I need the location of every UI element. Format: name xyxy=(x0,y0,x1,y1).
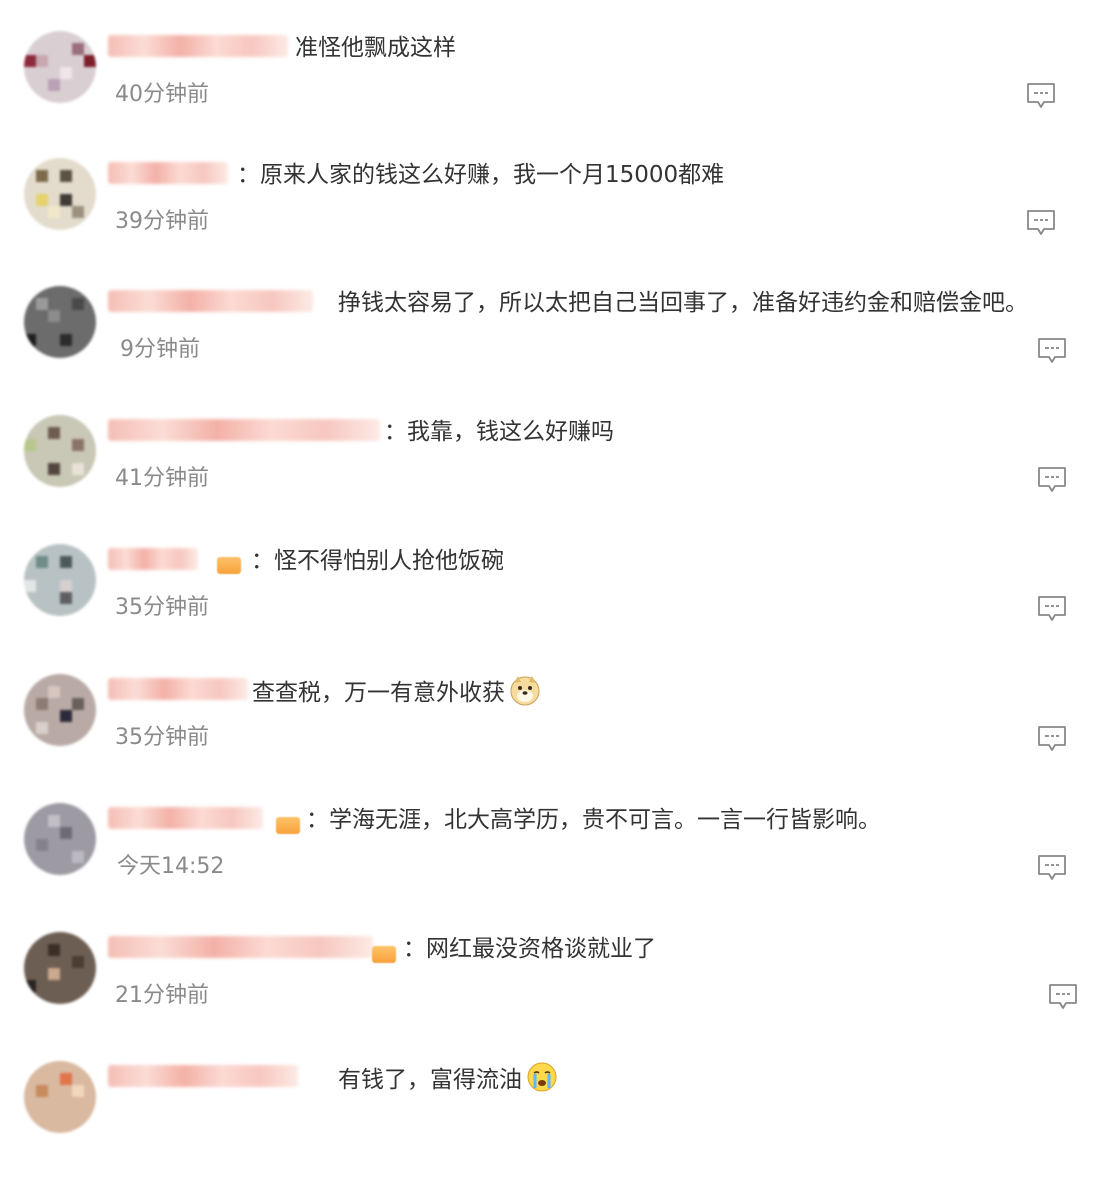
comment-item: ：我靠，钱这么好赚吗 41分钟前 xyxy=(0,415,1107,544)
username-blurred[interactable] xyxy=(108,419,380,441)
comment-text: ：学海无涯，北大高学历，贵不可言。一言一行皆影响。 xyxy=(306,807,881,833)
user-badge xyxy=(372,946,396,963)
comment-text-content: 查查税，万一有意外收获 xyxy=(252,680,505,706)
comment-reply-icon[interactable] xyxy=(1037,466,1067,494)
comment-time: 35分钟前 xyxy=(115,595,209,620)
comment-text: 有钱了，富得流油 xyxy=(338,1061,558,1097)
comment-text: ：我靠，钱这么好赚吗 xyxy=(384,419,614,445)
comment-text: ：原来人家的钱这么好赚，我一个月15000都难 xyxy=(237,162,725,188)
username-blurred[interactable] xyxy=(108,936,373,958)
user-badge xyxy=(276,817,300,834)
avatar[interactable] xyxy=(24,415,96,487)
avatar[interactable] xyxy=(24,286,96,358)
comment-text: 准怪他飘成这样 xyxy=(295,35,456,61)
comment-time: 35分钟前 xyxy=(115,725,209,750)
username-blurred[interactable] xyxy=(108,1065,298,1087)
comment-text-content: 有钱了，富得流油 xyxy=(338,1067,522,1093)
comment-item: 挣钱太容易了，所以太把自己当回事了，准备好违约金和赔偿金吧。 9分钟前 xyxy=(0,286,1107,415)
comment-reply-icon[interactable] xyxy=(1048,983,1078,1011)
avatar[interactable] xyxy=(24,1061,96,1133)
comment-text: 查查税，万一有意外收获 xyxy=(252,674,541,710)
avatar[interactable] xyxy=(24,31,96,103)
comment-time: 39分钟前 xyxy=(115,209,209,234)
username-blurred[interactable] xyxy=(108,807,263,829)
comment-reply-icon[interactable] xyxy=(1026,82,1056,110)
comment-time: 今天14:52 xyxy=(117,854,225,879)
username-blurred[interactable] xyxy=(108,35,288,57)
comment-reply-icon[interactable] xyxy=(1037,337,1067,365)
comment-time: 9分钟前 xyxy=(120,337,200,362)
comment-time: 40分钟前 xyxy=(115,82,209,107)
comment-time: 41分钟前 xyxy=(115,466,209,491)
username-blurred[interactable] xyxy=(108,290,313,312)
comment-item: 查查税，万一有意外收获 35分钟前 xyxy=(0,674,1107,803)
comment-text: 挣钱太容易了，所以太把自己当回事了，准备好违约金和赔偿金吧。 xyxy=(338,290,1028,316)
comment-item: ：学海无涯，北大高学历，贵不可言。一言一行皆影响。 今天14:52 xyxy=(0,803,1107,932)
avatar[interactable] xyxy=(24,803,96,875)
comment-reply-icon[interactable] xyxy=(1037,595,1067,623)
crying-emoji xyxy=(527,1062,557,1092)
comment-reply-icon[interactable] xyxy=(1026,209,1056,237)
comment-text: ：网红最没资格谈就业了 xyxy=(403,936,656,962)
comment-item: 准怪他飘成这样 40分钟前 xyxy=(0,31,1107,160)
username-blurred[interactable] xyxy=(108,548,198,570)
comment-item: 有钱了，富得流油 xyxy=(0,1061,1107,1190)
comment-reply-icon[interactable] xyxy=(1037,725,1067,753)
avatar[interactable] xyxy=(24,158,96,230)
doge-emoji xyxy=(510,676,540,706)
comment-text: ：怪不得怕别人抢他饭碗 xyxy=(251,548,504,574)
avatar[interactable] xyxy=(24,544,96,616)
comment-item: ：怪不得怕别人抢他饭碗 35分钟前 xyxy=(0,544,1107,673)
comment-reply-icon[interactable] xyxy=(1037,854,1067,882)
avatar[interactable] xyxy=(24,932,96,1004)
avatar[interactable] xyxy=(24,674,96,746)
comment-item: ：原来人家的钱这么好赚，我一个月15000都难 39分钟前 xyxy=(0,158,1107,287)
user-badge xyxy=(217,557,241,574)
comment-item: ：网红最没资格谈就业了 21分钟前 xyxy=(0,932,1107,1061)
username-blurred[interactable] xyxy=(108,678,248,700)
comment-time: 21分钟前 xyxy=(115,983,209,1008)
username-blurred[interactable] xyxy=(108,162,228,184)
